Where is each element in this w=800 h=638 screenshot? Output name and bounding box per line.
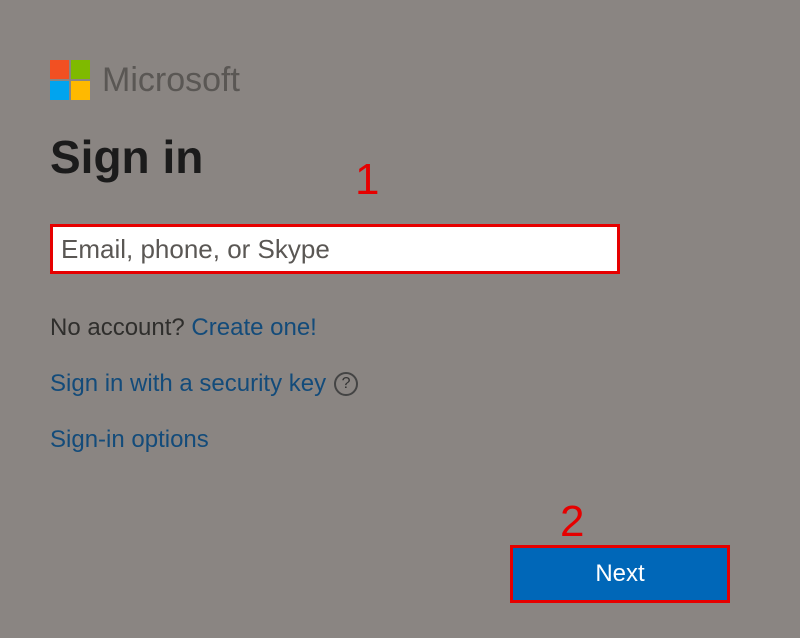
no-account-text: No account?	[50, 314, 191, 341]
no-account-row: No account? Create one!	[50, 314, 750, 342]
login-input[interactable]	[50, 224, 620, 274]
annotation-1: 1	[355, 155, 379, 205]
microsoft-logo-icon	[50, 60, 90, 100]
security-key-row: Sign in with a security key ?	[50, 370, 750, 398]
signin-options-row: Sign-in options	[50, 426, 750, 454]
brand-name: Microsoft	[102, 61, 240, 100]
security-key-link[interactable]: Sign in with a security key	[50, 370, 326, 398]
create-account-link[interactable]: Create one!	[191, 314, 316, 341]
annotation-2: 2	[560, 497, 584, 547]
help-icon[interactable]: ?	[334, 372, 358, 396]
brand-row: Microsoft	[50, 60, 750, 100]
signin-options-link[interactable]: Sign-in options	[50, 426, 209, 453]
next-button[interactable]: Next	[510, 545, 730, 603]
signin-card: Microsoft Sign in No account? Create one…	[0, 0, 800, 454]
page-title: Sign in	[50, 130, 750, 184]
login-input-wrap	[50, 224, 750, 274]
